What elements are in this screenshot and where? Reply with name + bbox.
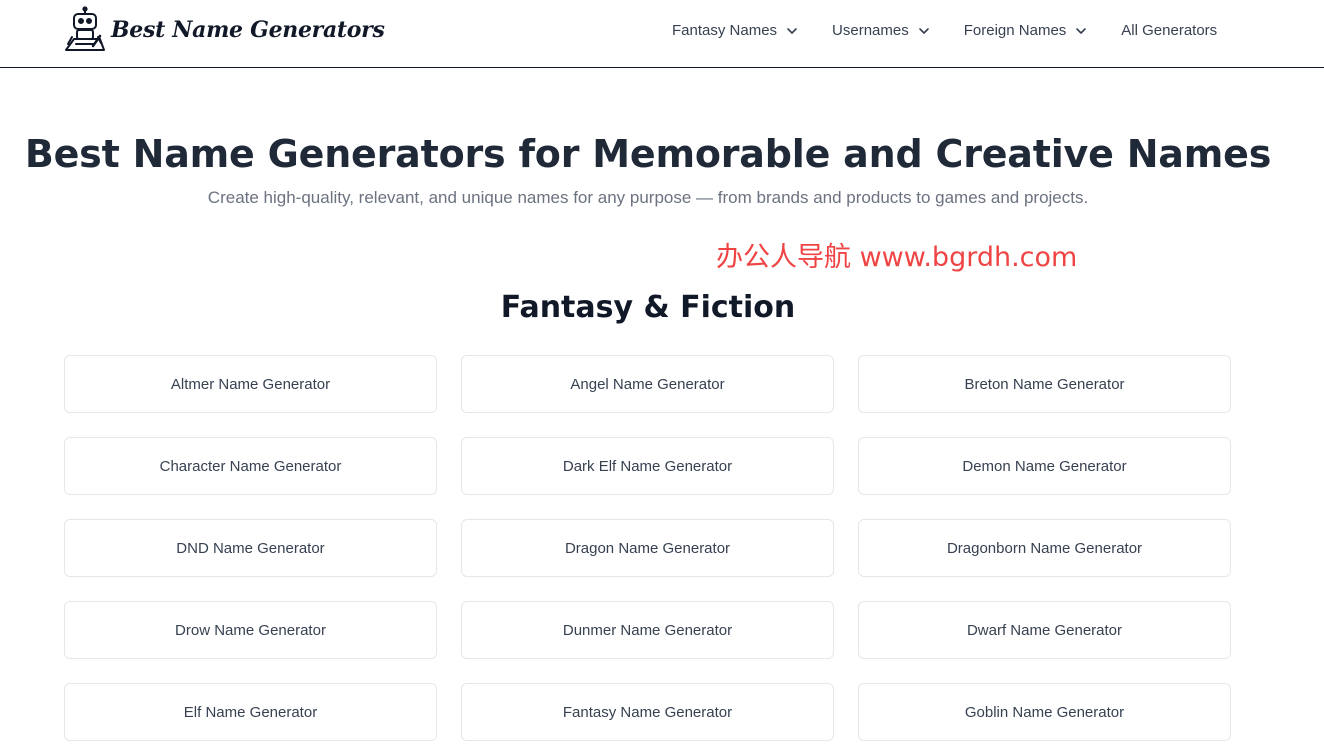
- watermark-text: 办公人导航 www.bgrdh.com: [716, 242, 1078, 273]
- site-logo-link[interactable]: Best Name Generators: [63, 6, 385, 54]
- site-logo-text: Best Name Generators: [111, 17, 385, 43]
- generator-card-breton[interactable]: Breton Name Generator: [858, 355, 1231, 413]
- generator-card-dark-elf[interactable]: Dark Elf Name Generator: [461, 437, 834, 495]
- generator-card-dunmer[interactable]: Dunmer Name Generator: [461, 601, 834, 659]
- generator-card-fantasy[interactable]: Fantasy Name Generator: [461, 683, 834, 741]
- generator-card-angel[interactable]: Angel Name Generator: [461, 355, 834, 413]
- site-header: Best Name Generators Fantasy Names Usern…: [0, 0, 1324, 68]
- nav-all-generators[interactable]: All Generators: [1121, 22, 1217, 39]
- chevron-down-icon: [787, 27, 797, 34]
- generator-card-dragonborn[interactable]: Dragonborn Name Generator: [858, 519, 1231, 577]
- robot-writing-icon: [65, 6, 105, 51]
- generator-card-dnd[interactable]: DND Name Generator: [64, 519, 437, 577]
- nav-foreign-names[interactable]: Foreign Names: [964, 22, 1088, 39]
- generator-card-elf[interactable]: Elf Name Generator: [64, 683, 437, 741]
- generator-card-dwarf[interactable]: Dwarf Name Generator: [858, 601, 1231, 659]
- chevron-down-icon: [1076, 27, 1087, 34]
- section-title: Fantasy & Fiction: [500, 290, 796, 325]
- nav-fantasy-names-label: Fantasy Names: [672, 22, 778, 39]
- generator-card-drow[interactable]: Drow Name Generator: [64, 601, 437, 659]
- nav-foreign-names-label: Foreign Names: [963, 22, 1067, 39]
- generator-card-dragon[interactable]: Dragon Name Generator: [461, 519, 834, 577]
- generator-card-demon[interactable]: Demon Name Generator: [858, 437, 1231, 495]
- generator-card-altmer[interactable]: Altmer Name Generator: [64, 355, 437, 413]
- generator-grid: Altmer Name Generator Angel Name Generat…: [64, 355, 1231, 741]
- generator-card-goblin[interactable]: Goblin Name Generator: [858, 683, 1231, 741]
- page-title: Best Name Generators for Memorable and C…: [24, 132, 1272, 176]
- nav-all-generators-label: All Generators: [1121, 22, 1218, 39]
- main-nav: Fantasy Names Usernames Foreign Names Al…: [672, 22, 1217, 39]
- generator-card-character[interactable]: Character Name Generator: [64, 437, 437, 495]
- page-subtitle: Create high-quality, relevant, and uniqu…: [207, 188, 1089, 207]
- nav-usernames-label: Usernames: [832, 22, 909, 39]
- nav-fantasy-names[interactable]: Fantasy Names: [672, 22, 798, 39]
- chevron-down-icon: [918, 27, 929, 34]
- nav-usernames[interactable]: Usernames: [832, 22, 930, 39]
